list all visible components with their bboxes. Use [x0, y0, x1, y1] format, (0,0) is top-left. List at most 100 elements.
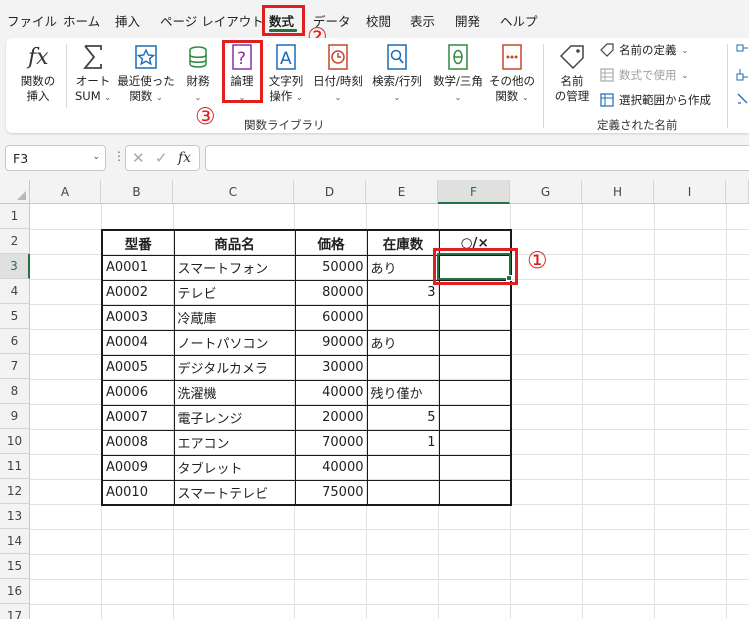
- autosum-button[interactable]: オート SUM ⌄: [72, 42, 114, 105]
- cell-product[interactable]: スマートテレビ: [173, 479, 296, 506]
- cell-ox[interactable]: [438, 454, 512, 481]
- cell-ox[interactable]: [438, 404, 512, 431]
- cell-stock[interactable]: 3: [366, 279, 440, 306]
- cell-product[interactable]: 電子レンジ: [173, 404, 296, 431]
- menu-review[interactable]: 校閲: [366, 11, 391, 30]
- row-header-3[interactable]: 3: [0, 254, 30, 279]
- name-manager-button[interactable]: 名前 の管理: [552, 42, 592, 104]
- column-header-i[interactable]: I: [654, 180, 726, 204]
- trace-dependents-icon[interactable]: [736, 68, 749, 82]
- cancel-icon[interactable]: ✕: [132, 149, 145, 167]
- formula-bar-grip-icon[interactable]: ⋮: [113, 149, 125, 163]
- insert-function-fx-icon[interactable]: fx: [178, 150, 191, 166]
- select-all-button[interactable]: [0, 180, 30, 204]
- row-header-9[interactable]: 9: [0, 404, 30, 429]
- row-header-13[interactable]: 13: [0, 504, 30, 529]
- cell-stock[interactable]: [366, 479, 440, 506]
- cell-product[interactable]: スマートフォン: [173, 254, 296, 281]
- cell-ox[interactable]: [438, 379, 512, 406]
- cell-stock[interactable]: [366, 454, 440, 481]
- define-name-button[interactable]: 名前の定義 ⌄: [600, 42, 688, 58]
- trace-precedents-icon[interactable]: [736, 44, 749, 58]
- column-header-d[interactable]: D: [294, 180, 366, 204]
- insert-function-button[interactable]: fx 関数の 挿入: [16, 42, 60, 104]
- cell-model[interactable]: A0007: [101, 404, 175, 431]
- create-from-selection-button[interactable]: 選択範囲から作成: [600, 92, 711, 108]
- column-header-e[interactable]: E: [366, 180, 438, 204]
- cell-model[interactable]: A0001: [101, 254, 175, 281]
- enter-check-icon[interactable]: ✓: [155, 149, 168, 167]
- name-box[interactable]: F3 ⌄: [5, 145, 106, 171]
- cell-product[interactable]: デジタルカメラ: [173, 354, 296, 381]
- row-header-12[interactable]: 12: [0, 479, 30, 504]
- row-header-4[interactable]: 4: [0, 279, 30, 304]
- header-price[interactable]: 価格: [294, 229, 368, 256]
- cell-price[interactable]: 50000: [294, 254, 368, 281]
- cell-price[interactable]: 40000: [294, 454, 368, 481]
- row-header-17[interactable]: 17: [0, 604, 30, 619]
- column-header-g[interactable]: G: [510, 180, 582, 204]
- remove-arrows-icon[interactable]: [736, 92, 749, 106]
- row-header-7[interactable]: 7: [0, 354, 30, 379]
- datetime-button[interactable]: 日付/時刻 ⌄: [310, 42, 366, 105]
- cell-stock[interactable]: [366, 304, 440, 331]
- column-header-b[interactable]: B: [101, 180, 173, 204]
- cell-stock[interactable]: 5: [366, 404, 440, 431]
- recently-used-button[interactable]: 最近使った 関数 ⌄: [117, 42, 175, 105]
- column-header-c[interactable]: C: [173, 180, 294, 204]
- cell-product[interactable]: ノートパソコン: [173, 329, 296, 356]
- row-header-16[interactable]: 16: [0, 579, 30, 604]
- use-in-formula-button[interactable]: 数式で使用 ⌄: [600, 67, 688, 83]
- row-header-14[interactable]: 14: [0, 529, 30, 554]
- menu-insert[interactable]: 挿入: [115, 11, 140, 30]
- financial-button[interactable]: 財務 ⌄: [181, 42, 215, 105]
- column-header-f[interactable]: F: [438, 180, 510, 204]
- formula-input[interactable]: [205, 145, 749, 171]
- cell-product[interactable]: エアコン: [173, 429, 296, 456]
- cell-model[interactable]: A0008: [101, 429, 175, 456]
- menu-view[interactable]: 表示: [410, 11, 435, 30]
- cell-ox[interactable]: [438, 329, 512, 356]
- cell-ox[interactable]: [438, 354, 512, 381]
- cell-price[interactable]: 75000: [294, 479, 368, 506]
- header-product[interactable]: 商品名: [173, 229, 296, 256]
- cell-product[interactable]: テレビ: [173, 279, 296, 306]
- row-header-1[interactable]: 1: [0, 204, 30, 229]
- cell-stock[interactable]: あり: [366, 329, 440, 356]
- cell-stock[interactable]: あり: [366, 254, 440, 281]
- cell-product[interactable]: 洗濯機: [173, 379, 296, 406]
- row-header-15[interactable]: 15: [0, 554, 30, 579]
- lookup-button[interactable]: 検索/行列 ⌄: [369, 42, 425, 105]
- row-header-2[interactable]: 2: [0, 229, 30, 254]
- row-header-8[interactable]: 8: [0, 379, 30, 404]
- column-header-j[interactable]: [726, 180, 749, 204]
- row-header-5[interactable]: 5: [0, 304, 30, 329]
- row-header-10[interactable]: 10: [0, 429, 30, 454]
- cell-ox[interactable]: [438, 429, 512, 456]
- cell-ox[interactable]: [438, 304, 512, 331]
- cell-price[interactable]: 80000: [294, 279, 368, 306]
- menu-help[interactable]: ヘルプ: [500, 11, 538, 30]
- cell-model[interactable]: A0009: [101, 454, 175, 481]
- chevron-down-icon[interactable]: ⌄: [92, 152, 100, 162]
- cell-price[interactable]: 40000: [294, 379, 368, 406]
- cell-price[interactable]: 60000: [294, 304, 368, 331]
- cell-price[interactable]: 70000: [294, 429, 368, 456]
- cell-model[interactable]: A0003: [101, 304, 175, 331]
- cell-stock[interactable]: [366, 354, 440, 381]
- header-model[interactable]: 型番: [101, 229, 175, 256]
- cell-price[interactable]: 30000: [294, 354, 368, 381]
- cell-price[interactable]: 90000: [294, 329, 368, 356]
- row-header-6[interactable]: 6: [0, 329, 30, 354]
- cell-model[interactable]: A0010: [101, 479, 175, 506]
- cell-model[interactable]: A0005: [101, 354, 175, 381]
- cell-model[interactable]: A0002: [101, 279, 175, 306]
- text-functions-button[interactable]: A 文字列 操作 ⌄: [266, 42, 306, 105]
- cell-model[interactable]: A0004: [101, 329, 175, 356]
- column-header-a[interactable]: A: [30, 180, 101, 204]
- cell-ox[interactable]: [438, 479, 512, 506]
- menu-page-layout[interactable]: ページ レイアウト: [160, 11, 264, 30]
- cell-stock[interactable]: 残り僅か: [366, 379, 440, 406]
- menu-home[interactable]: ホーム: [63, 11, 100, 30]
- cell-product[interactable]: 冷蔵庫: [173, 304, 296, 331]
